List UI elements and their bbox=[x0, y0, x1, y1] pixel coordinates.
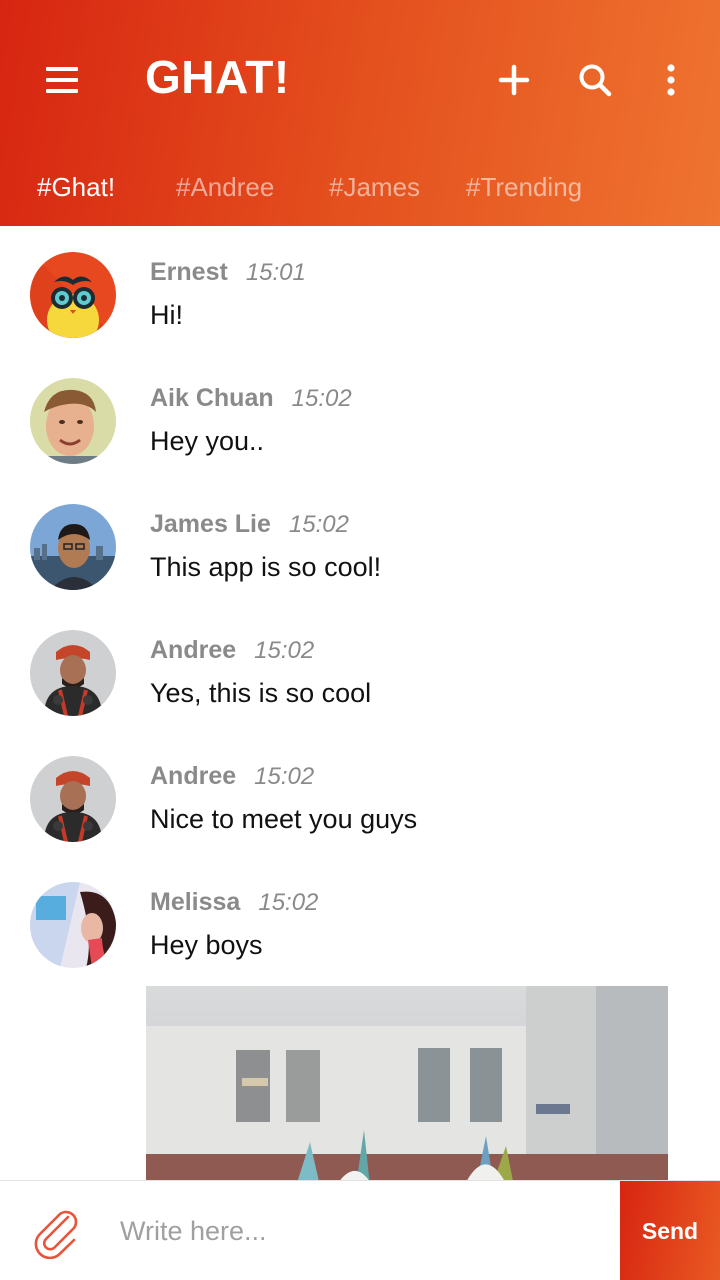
message-text: Nice to meet you guys bbox=[150, 804, 418, 834]
sender-name: Melissa bbox=[150, 888, 241, 916]
message-list[interactable]: Ernest 15:01 Hi! Aik Chuan 15:02 Hey you.. bbox=[0, 226, 720, 1180]
message-item: Aik Chuan 15:02 Hey you.. bbox=[0, 352, 720, 478]
tab-james[interactable]: #James bbox=[329, 172, 420, 203]
message-item: Ernest 15:01 Hi! bbox=[0, 226, 720, 352]
toolbar: GHAT! bbox=[0, 0, 720, 160]
message-composer: Send bbox=[0, 1180, 720, 1280]
message-text: Yes, this is so cool bbox=[150, 678, 372, 708]
message-time: 15:02 bbox=[254, 637, 315, 664]
message-input[interactable] bbox=[100, 1201, 600, 1261]
hamburger-menu-icon[interactable] bbox=[40, 60, 84, 100]
tab-trending[interactable]: #Trending bbox=[466, 172, 582, 203]
message-photo[interactable] bbox=[146, 986, 668, 1180]
avatar[interactable] bbox=[30, 756, 116, 842]
message-time: 15:01 bbox=[245, 259, 306, 286]
app-title: GHAT! bbox=[145, 51, 290, 103]
message-item: Andree 15:02 Nice to meet you guys bbox=[0, 730, 720, 856]
message-time: 15:02 bbox=[291, 385, 352, 412]
send-button[interactable]: Send bbox=[620, 1181, 720, 1280]
plus-icon[interactable] bbox=[490, 56, 538, 104]
channel-tabs: #Ghat! #Andree #James #Trending bbox=[0, 160, 720, 226]
app-bar: GHAT! #Ghat! #Andree #James #Trending bbox=[0, 0, 720, 226]
avatar[interactable] bbox=[30, 882, 116, 968]
search-icon[interactable] bbox=[571, 56, 619, 104]
avatar[interactable] bbox=[30, 252, 116, 338]
message-item: Andree 15:02 Yes, this is so cool bbox=[0, 604, 720, 730]
message-item: James Lie 15:02 This app is so cool! bbox=[0, 478, 720, 604]
sender-name: Ernest bbox=[150, 258, 228, 286]
avatar[interactable] bbox=[30, 378, 116, 464]
sender-name: James Lie bbox=[150, 510, 271, 538]
message-text: Hey boys bbox=[150, 930, 263, 960]
message-text: Hey you.. bbox=[150, 426, 265, 456]
message-item: Melissa 15:02 Hey boys bbox=[0, 856, 720, 982]
avatar[interactable] bbox=[30, 630, 116, 716]
message-time: 15:02 bbox=[258, 889, 319, 916]
tab-andree[interactable]: #Andree bbox=[176, 172, 274, 203]
message-time: 15:02 bbox=[288, 511, 349, 538]
message-text: This app is so cool! bbox=[150, 552, 382, 582]
sender-name: Andree bbox=[150, 636, 237, 664]
sender-name: Aik Chuan bbox=[150, 384, 274, 412]
paperclip-icon[interactable] bbox=[28, 1203, 84, 1260]
more-vertical-icon[interactable] bbox=[647, 56, 695, 104]
tab-ghat[interactable]: #Ghat! bbox=[37, 172, 115, 203]
sender-name: Andree bbox=[150, 762, 237, 790]
avatar[interactable] bbox=[30, 504, 116, 590]
message-text: Hi! bbox=[150, 300, 183, 330]
message-time: 15:02 bbox=[254, 763, 315, 790]
